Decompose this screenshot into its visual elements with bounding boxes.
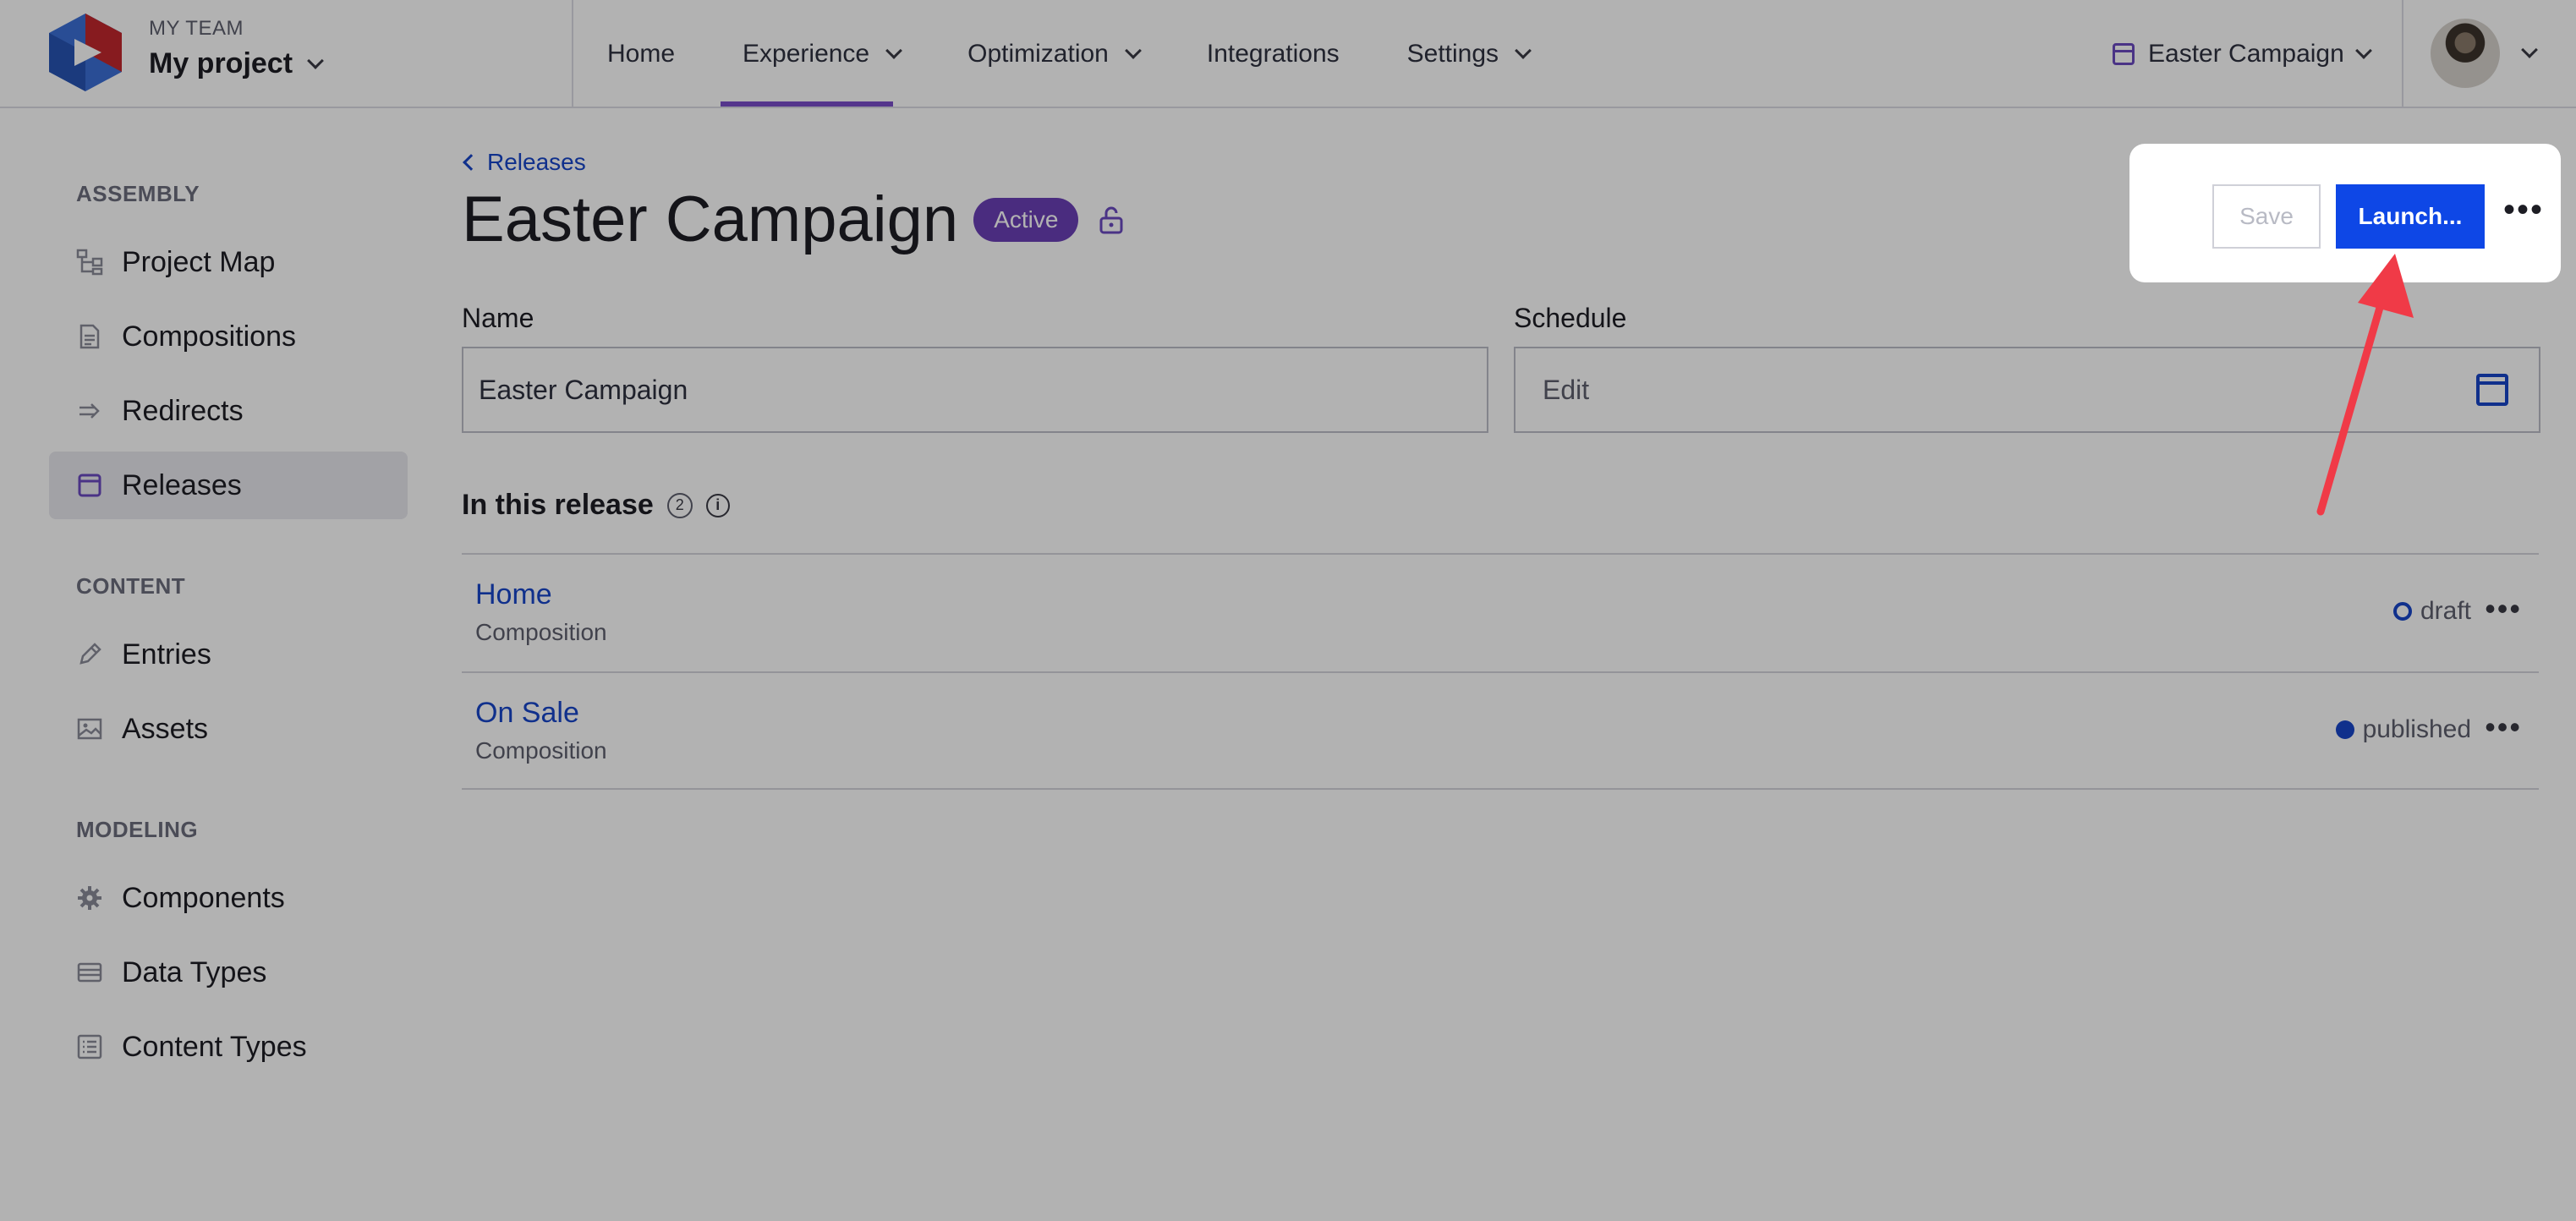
sidebar-item-compositions[interactable]: Compositions — [49, 303, 408, 370]
release-picker-label: Easter Campaign — [2148, 40, 2344, 68]
sidebar: ASSEMBLY Project Map Compositions Redire… — [0, 110, 440, 1221]
nav-settings-label: Settings — [1406, 40, 1499, 68]
status-badge: Active — [973, 197, 1079, 242]
nav-settings[interactable]: Settings — [1373, 0, 1563, 108]
item-type: Composition — [475, 737, 607, 764]
item-title-link[interactable]: Home — [475, 578, 552, 611]
sidebar-item-components[interactable]: Components — [49, 864, 408, 932]
info-icon[interactable]: i — [705, 493, 730, 517]
sidebar-item-entries[interactable]: Entries — [49, 621, 408, 688]
chevron-down-icon — [1124, 42, 1142, 59]
nav-optimization-label: Optimization — [967, 40, 1109, 68]
name-label: Name — [462, 303, 534, 333]
project-map-icon — [76, 249, 103, 276]
chevron-down-icon — [2521, 41, 2538, 58]
sidebar-item-releases[interactable]: Releases — [49, 452, 408, 519]
title-row: Easter Campaign Active — [462, 183, 1124, 256]
nav-optimization[interactable]: Optimization — [934, 0, 1173, 108]
sidebar-item-project-map[interactable]: Project Map — [49, 228, 408, 296]
top-header: MY TEAM My project Home Experience Optim… — [0, 0, 2576, 108]
list-item: On Sale Composition published ••• — [462, 671, 2539, 790]
app-root: MY TEAM My project Home Experience Optim… — [0, 0, 2576, 1221]
calendar-icon — [2113, 43, 2135, 65]
published-status-icon — [2335, 720, 2354, 739]
nav-experience[interactable]: Experience — [709, 0, 934, 108]
avatar — [2431, 19, 2500, 88]
item-status: draft — [2392, 597, 2471, 626]
item-type: Composition — [475, 619, 607, 645]
sidebar-item-label: Data Types — [122, 955, 267, 988]
sidebar-item-label: Components — [122, 881, 285, 914]
chevron-down-icon — [2354, 42, 2372, 59]
nav-home-label: Home — [607, 40, 676, 68]
sidebar-item-label: Releases — [122, 468, 242, 501]
user-menu[interactable] — [2431, 19, 2538, 88]
page-title: Easter Campaign — [462, 183, 959, 255]
sidebar-section-content: CONTENT — [76, 573, 186, 599]
name-input[interactable]: Easter Campaign — [462, 347, 1488, 433]
document-icon — [76, 323, 103, 350]
nav-integrations[interactable]: Integrations — [1173, 0, 1373, 108]
chevron-down-icon — [1515, 42, 1532, 59]
release-picker[interactable]: Easter Campaign — [2113, 0, 2372, 108]
main-nav: Home Experience Optimization Integration… — [573, 0, 1563, 108]
more-options-icon[interactable]: ••• — [2485, 594, 2522, 624]
chevron-left-icon — [463, 154, 480, 171]
nav-home[interactable]: Home — [573, 0, 709, 108]
sidebar-item-label: Content Types — [122, 1030, 307, 1063]
item-status-label: published — [2362, 715, 2471, 743]
sidebar-section-modeling: MODELING — [76, 817, 199, 842]
sidebar-item-label: Redirects — [122, 394, 244, 427]
sidebar-item-label: Compositions — [122, 320, 296, 353]
project-switcher[interactable]: MY TEAM My project — [149, 17, 324, 80]
redirect-icon — [76, 397, 103, 424]
uniform-logo-icon[interactable] — [49, 14, 122, 91]
list-icon — [76, 1033, 103, 1060]
unlock-icon[interactable] — [1099, 205, 1124, 234]
gear-icon — [76, 884, 103, 912]
schedule-value: Edit — [1543, 374, 1590, 405]
sidebar-item-redirects[interactable]: Redirects — [49, 377, 408, 445]
more-options-icon[interactable]: ••• — [2503, 193, 2544, 227]
more-options-icon[interactable]: ••• — [2485, 712, 2522, 742]
list-item: Home Composition draft ••• — [462, 553, 2539, 671]
calendar-icon[interactable] — [2476, 374, 2508, 406]
sidebar-section-assembly: ASSEMBLY — [76, 181, 200, 206]
release-items-list: Home Composition draft ••• On Sale Compo… — [462, 553, 2539, 790]
item-status: published — [2335, 715, 2471, 744]
chevron-down-icon — [885, 42, 903, 59]
sidebar-item-data-types[interactable]: Data Types — [49, 939, 408, 1006]
section-title: In this release — [462, 489, 654, 521]
project-dropdown[interactable]: My project — [149, 47, 324, 80]
sidebar-item-assets[interactable]: Assets — [49, 695, 408, 763]
data-types-icon — [76, 959, 103, 986]
sidebar-item-label: Project Map — [122, 245, 276, 278]
pencil-icon — [76, 641, 103, 668]
nav-underline — [721, 101, 893, 107]
breadcrumb-label: Releases — [487, 149, 586, 175]
nav-integrations-label: Integrations — [1206, 40, 1340, 68]
item-title-link[interactable]: On Sale — [475, 697, 579, 730]
team-label: MY TEAM — [149, 17, 244, 40]
header-divider — [2402, 0, 2403, 108]
draft-status-icon — [2392, 602, 2412, 621]
annotation-arrow-icon — [2316, 254, 2414, 516]
sidebar-item-label: Entries — [122, 638, 211, 671]
calendar-icon — [76, 472, 103, 499]
item-status-label: draft — [2420, 597, 2471, 625]
count-badge: 2 — [666, 492, 693, 518]
release-items-heading: In this release 2 i — [462, 489, 730, 522]
sidebar-item-content-types[interactable]: Content Types — [49, 1013, 408, 1081]
sidebar-item-label: Assets — [122, 712, 209, 745]
schedule-label: Schedule — [1514, 303, 1627, 333]
project-name: My project — [149, 47, 293, 79]
image-icon — [76, 715, 103, 742]
breadcrumb-back-link[interactable]: Releases — [462, 149, 586, 176]
nav-experience-label: Experience — [743, 40, 870, 68]
chevron-down-icon — [307, 52, 324, 69]
